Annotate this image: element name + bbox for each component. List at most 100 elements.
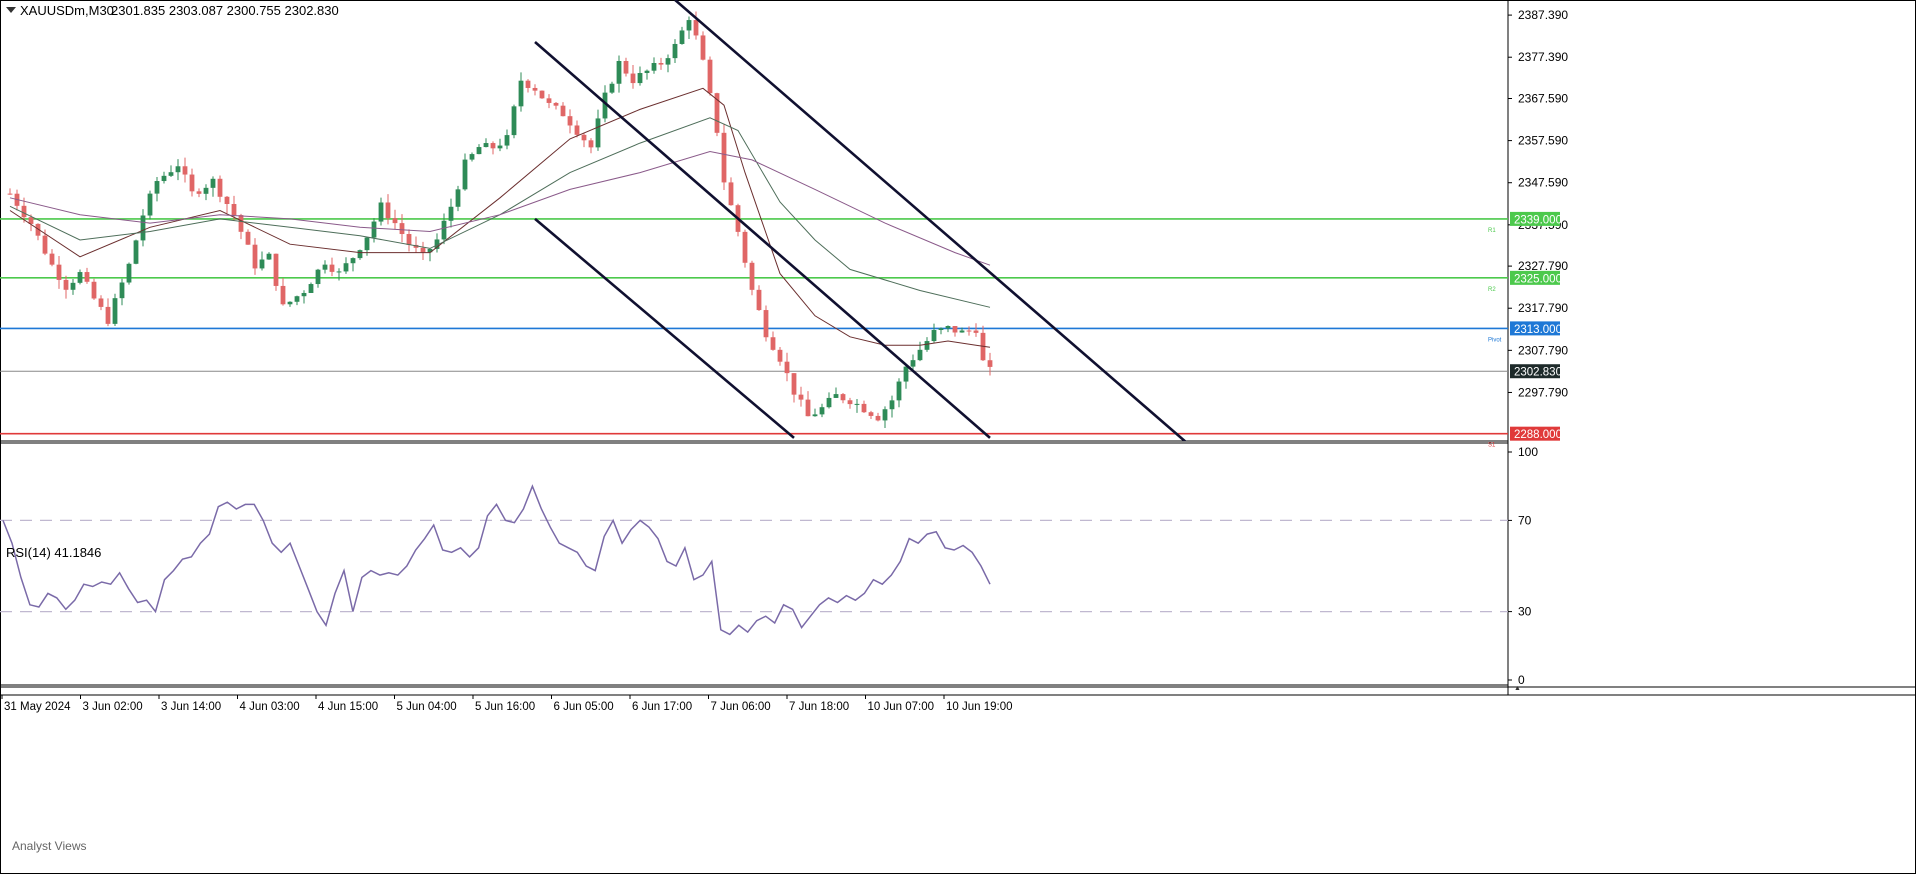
candle-body (406, 234, 412, 245)
candle-body (910, 360, 916, 367)
candle-body (840, 394, 846, 401)
candle-body (812, 414, 818, 417)
candle-body (532, 87, 538, 91)
candle-body (931, 330, 937, 342)
candle-body (315, 269, 321, 285)
level-price-label: 2325.000 (1514, 273, 1562, 285)
candle-body (847, 400, 853, 405)
candle-body (630, 73, 636, 84)
candle-body (700, 35, 706, 60)
channel-mid-line (534, 41, 991, 439)
candle-body (658, 63, 664, 65)
candle-body (210, 178, 216, 188)
x-tick-label: 10 Jun 07:00 (868, 701, 935, 713)
candle-body (203, 187, 209, 194)
candle-body (392, 218, 398, 224)
candle-body (133, 240, 139, 264)
candle-body (721, 132, 727, 183)
analyst-views-label[interactable]: Analyst Views (12, 839, 86, 853)
x-tick-label: 4 Jun 15:00 (318, 701, 378, 713)
candle-body (959, 330, 965, 333)
candle-body (273, 253, 279, 286)
candle-body (616, 60, 622, 84)
panel-up-arrow-icon: ▲ (1514, 685, 1521, 692)
candle-body (147, 193, 153, 216)
candle-body (574, 125, 580, 135)
candle-body (560, 105, 566, 117)
y-tick-label: 2307.790 (1518, 343, 1568, 357)
candle-body (672, 43, 678, 59)
candle-body (973, 330, 979, 333)
candle-body (777, 349, 783, 362)
y-tick-label: 2357.590 (1518, 134, 1568, 148)
dropdown-triangle-icon[interactable] (6, 7, 16, 13)
candle-body (287, 301, 293, 305)
level-name-label: R2 (1488, 287, 1496, 293)
x-tick-label: 31 May 2024 (4, 701, 71, 713)
candle-body (77, 272, 83, 283)
x-tick-label: 5 Jun 16:00 (475, 701, 535, 713)
x-tick-label: 5 Jun 04:00 (397, 701, 457, 713)
candle-body (791, 373, 797, 395)
candle-body (504, 135, 510, 146)
candle-body (728, 182, 734, 206)
candle-body (819, 407, 825, 415)
candle-body (742, 231, 748, 263)
level-name-label: Pivot (1488, 337, 1502, 343)
x-tick-label: 10 Jun 19:00 (946, 701, 1013, 713)
rsi-y-tick-label: 30 (1518, 605, 1532, 619)
candle-body (749, 262, 755, 290)
candle-body (966, 330, 972, 332)
rsi-y-tick-label: 100 (1518, 445, 1538, 459)
x-tick-label: 3 Jun 02:00 (83, 701, 143, 713)
candle-body (329, 264, 335, 272)
candle-body (140, 215, 146, 241)
candle-body (196, 191, 202, 194)
candle-body (224, 196, 230, 204)
candle-body (924, 341, 930, 350)
candles-group (7, 11, 993, 428)
candle-body (161, 175, 167, 182)
candle-body (952, 326, 958, 333)
candle-body (84, 272, 90, 282)
candle-body (217, 178, 223, 197)
candle-body (637, 73, 643, 84)
candle-body (301, 292, 307, 297)
y-tick-label: 2377.390 (1518, 50, 1568, 64)
candle-body (861, 403, 867, 413)
candle-body (987, 360, 993, 367)
candle-body (693, 20, 699, 36)
trading-chart: 2387.390 2377.390 2367.590 2357.590 2347.590… (0, 0, 1916, 874)
candle-body (896, 381, 902, 401)
candle-body (189, 174, 195, 192)
candle-body (553, 102, 559, 106)
candle-body (371, 221, 377, 238)
y-tick-label: 2367.590 (1518, 91, 1568, 105)
candle-body (497, 145, 503, 149)
outer-frame (0, 0, 1916, 874)
rsi-y-tick-label: 70 (1518, 513, 1532, 527)
x-tick-label: 6 Jun 17:00 (632, 701, 692, 713)
candle-body (854, 403, 860, 405)
candle-body (511, 106, 517, 136)
candle-body (126, 263, 132, 283)
candle-body (105, 306, 111, 324)
candle-body (112, 298, 118, 324)
x-tick-label: 7 Jun 18:00 (789, 701, 849, 713)
candle-body (231, 203, 237, 216)
candle-body (364, 237, 370, 251)
candle-body (357, 250, 363, 259)
candle-body (756, 289, 762, 311)
candle-body (945, 326, 951, 329)
level-name-label: S1 (1488, 443, 1496, 449)
candle-body (280, 285, 286, 305)
candle-body (679, 30, 685, 44)
candle-body (21, 205, 27, 218)
candle-body (581, 134, 587, 141)
x-tick-label: 7 Jun 06:00 (711, 701, 771, 713)
candle-body (623, 60, 629, 74)
candle-body (917, 349, 923, 361)
level-price-label: 2339.000 (1514, 214, 1562, 226)
candle-body (420, 247, 426, 253)
candle-body (154, 181, 160, 194)
